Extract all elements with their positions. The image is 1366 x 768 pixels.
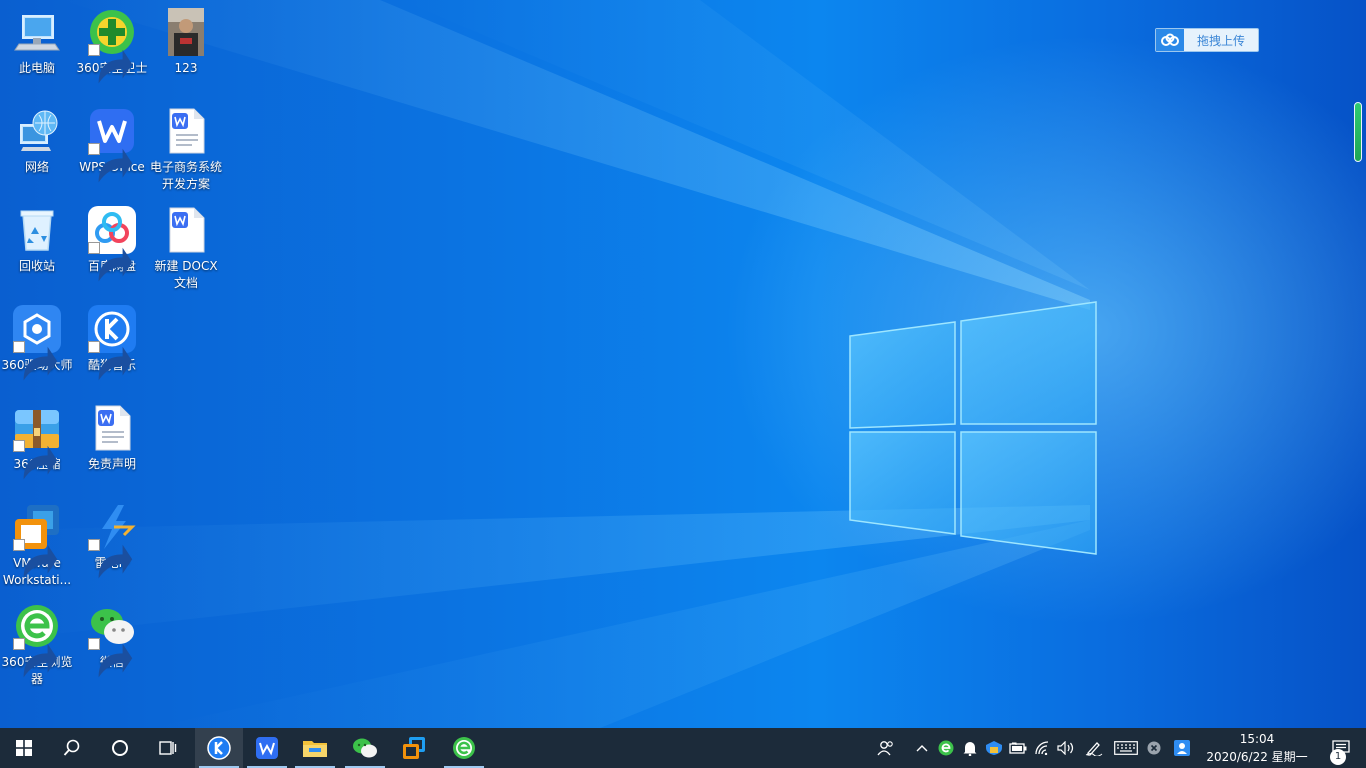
icon-label: 网络: [24, 160, 49, 174]
word-document-icon: [169, 108, 205, 154]
people-button[interactable]: [874, 728, 898, 768]
icon-label: 123: [174, 61, 198, 75]
tray-close-app[interactable]: [1142, 728, 1166, 768]
baidu-cloud-icon: [1156, 29, 1184, 51]
desktop-icon-123[interactable]: 123: [149, 8, 223, 77]
shortcut-arrow-icon: [13, 440, 58, 480]
desktop-icon-kugou-music[interactable]: 酷狗音乐: [75, 305, 149, 381]
tray-app-blue[interactable]: [1170, 728, 1194, 768]
word-document-icon: [95, 405, 131, 451]
cortana-button[interactable]: [98, 728, 142, 768]
cortana-circle-icon: [112, 740, 128, 756]
start-button[interactable]: [2, 728, 46, 768]
desktop-icon-this-pc[interactable]: 此电脑: [0, 8, 74, 77]
keyboard-icon: [1114, 741, 1138, 755]
tray-notification-bell[interactable]: [958, 728, 982, 768]
360-browser-icon: [453, 737, 475, 759]
wifi-icon: [1035, 741, 1049, 755]
desktop-icon-disclaimer[interactable]: 免责声明: [75, 404, 149, 473]
desktop-icon-wps-office[interactable]: WPS Office: [75, 107, 149, 183]
tray-battery[interactable]: [1006, 728, 1030, 768]
folder-icon: [303, 741, 327, 757]
desktop-icon-baidu-netdisk[interactable]: 百度网盘: [75, 206, 149, 282]
people-icon: [877, 741, 893, 756]
bell-icon: [963, 742, 977, 756]
taskbar-app-wps[interactable]: [243, 728, 291, 768]
speaker-icon: [1057, 741, 1074, 755]
desktop-icon-wechat[interactable]: 微信: [75, 602, 149, 678]
shield-icon: [986, 741, 1002, 755]
shortcut-arrow-icon: [88, 341, 133, 381]
tray-pen-workspace[interactable]: [1082, 728, 1106, 768]
360-browser-icon: [938, 740, 954, 756]
taskbar-app-kugou[interactable]: [195, 728, 243, 768]
shortcut-arrow-icon: [88, 242, 133, 282]
chevron-up-icon: [916, 745, 928, 752]
desktop-icon-network[interactable]: 网络: [0, 107, 74, 176]
desktop-icon-360-driver[interactable]: 360驱动大师: [0, 305, 74, 381]
close-circle-icon: [1147, 741, 1161, 755]
wechat-icon: [353, 738, 377, 758]
desktop-icon-recycle-bin[interactable]: 回收站: [0, 206, 74, 275]
shortcut-arrow-icon: [88, 638, 133, 678]
battery-icon: [1009, 742, 1027, 754]
taskbar-app-vmware[interactable]: [390, 728, 438, 768]
computer-icon: [14, 15, 60, 51]
task-view-icon: [159, 741, 177, 755]
tray-wifi[interactable]: [1030, 728, 1054, 768]
taskbar: 15:04 2020/6/22 星期一 1: [0, 728, 1366, 768]
vmware-icon: [403, 737, 425, 759]
drag-upload-widget[interactable]: 拖拽上传: [1155, 28, 1259, 52]
pen-icon: [1085, 742, 1103, 756]
wps-office-icon: [256, 737, 278, 759]
tray-security-center[interactable]: [982, 728, 1006, 768]
image-thumbnail-icon: [168, 8, 204, 56]
shortcut-arrow-icon: [88, 44, 133, 84]
taskbar-app-explorer[interactable]: [291, 728, 339, 768]
network-globe-icon: [20, 110, 58, 151]
taskbar-app-360-browser[interactable]: [440, 728, 488, 768]
drag-upload-label: 拖拽上传: [1196, 33, 1245, 48]
desktop-icon-vmware[interactable]: VMware Workstati...: [0, 503, 74, 589]
system-clock[interactable]: 15:04 2020/6/22 星期一: [1198, 728, 1316, 768]
clock-date: 2020/6/22 星期一: [1206, 750, 1308, 764]
icon-label: 此电脑: [18, 61, 55, 75]
icon-label: 新建 DOCX 文档: [154, 259, 218, 290]
windows-start-icon: [16, 740, 32, 756]
windows-logo: [849, 301, 1097, 555]
desktop-icon-new-docx[interactable]: 新建 DOCX 文档: [149, 206, 223, 292]
shortcut-arrow-icon: [13, 341, 58, 381]
shortcut-arrow-icon: [88, 143, 133, 183]
desktop-icon-360-security[interactable]: 360安全卫士: [75, 8, 149, 84]
show-hidden-icons-button[interactable]: [910, 728, 934, 768]
search-button[interactable]: [50, 728, 94, 768]
task-view-button[interactable]: [146, 728, 190, 768]
desktop[interactable]: 此电脑 网络 回收站 Workstati... 360安 览器 WPS 免责声明…: [0, 0, 1366, 728]
tray-360-browser[interactable]: [934, 728, 958, 768]
user-badge-icon: [1174, 740, 1190, 756]
desktop-icon-360-browser[interactable]: 360安全浏览器: [0, 602, 74, 688]
search-icon: [63, 739, 80, 756]
floating-ball-handle[interactable]: [1354, 102, 1362, 162]
shortcut-arrow-icon: [13, 638, 58, 678]
recycle-bin-icon: [20, 210, 54, 251]
icon-label: 电子商务系统开发方案: [149, 160, 222, 191]
clock-time: 15:04: [1239, 732, 1275, 746]
desktop-icon-ecommerce-plan[interactable]: 电子商务系统开发方案: [149, 107, 223, 193]
tray-volume[interactable]: [1054, 728, 1078, 768]
shortcut-arrow-icon: [88, 539, 133, 579]
tray-touch-keyboard[interactable]: [1112, 728, 1140, 768]
icon-label: 回收站: [18, 259, 55, 273]
notification-count-badge: 1: [1330, 749, 1346, 765]
word-document-icon: [169, 207, 205, 253]
desktop-icon-360-zip[interactable]: 360压缩: [0, 404, 74, 480]
taskbar-app-wechat[interactable]: [341, 728, 389, 768]
desktop-icon-leidian-ip[interactable]: 雷电IP: [75, 503, 149, 579]
shortcut-arrow-icon: [13, 539, 58, 579]
kugou-music-icon: [207, 736, 231, 760]
icon-label: 免责声明: [87, 457, 136, 471]
